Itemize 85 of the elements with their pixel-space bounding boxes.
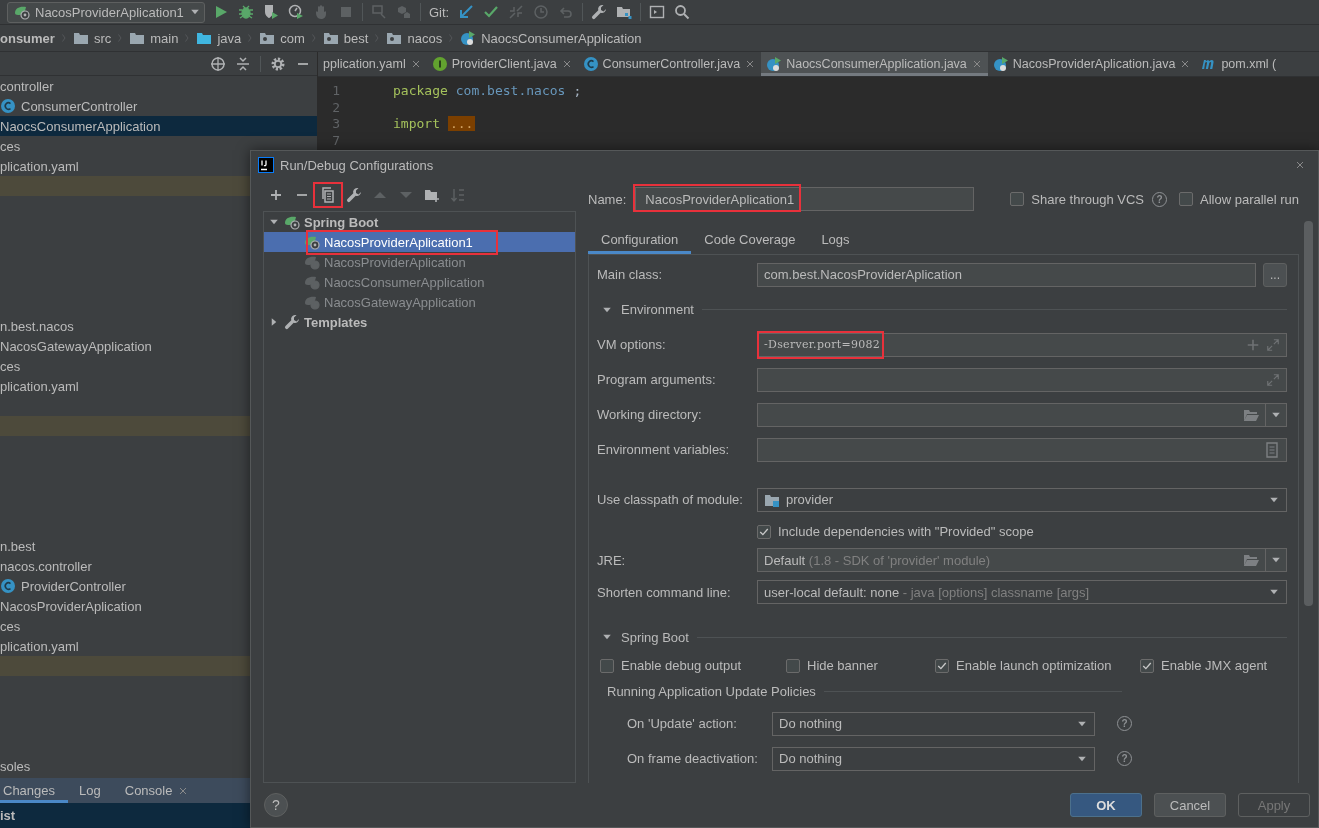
dialog-title: Run/Debug Configurations [280, 157, 435, 173]
editor-tab[interactable]: pom.xml ( [1196, 52, 1282, 76]
section-title: Environment [621, 302, 694, 317]
field-label: VM options: [597, 337, 667, 352]
field-label: JRE: [597, 552, 627, 568]
tree-group[interactable]: Spring Boot [304, 214, 379, 230]
main-class-field[interactable]: com.best.NacosProviderAplication [757, 262, 1256, 287]
policy-dropdown[interactable]: Do nothing [772, 746, 1095, 771]
tree-item[interactable]: plication.yaml [0, 638, 79, 654]
dialog-button[interactable]: Cancel [1154, 793, 1226, 817]
line-number: 2 [331, 99, 340, 115]
checkbox-label: Include dependencies with "Provided" scope [778, 524, 1034, 539]
field-label: Environment variables: [597, 442, 731, 457]
field-label: On frame deactivation: [627, 751, 759, 766]
tool-window-tab[interactable]: Log [76, 778, 114, 803]
tree-item[interactable]: ProviderController [21, 578, 126, 594]
configuration-item[interactable]: NacosGatewayApplication [324, 294, 476, 310]
checkbox-label: Enable JMX agent [1161, 658, 1268, 673]
code-token: ... [447, 116, 476, 132]
tree-item[interactable]: plication.yaml [0, 378, 79, 394]
breadcrumb[interactable]: main [150, 30, 179, 46]
list-row[interactable]: ist [0, 808, 16, 823]
field-label: Working directory: [597, 407, 703, 422]
tree-item[interactable]: NacosProviderAplication [0, 598, 142, 614]
vm-options-field[interactable]: -Dserver.port=9082 [757, 332, 1287, 357]
editor-tab[interactable]: pplication.yaml [318, 52, 427, 76]
tree-item[interactable]: NacosGatewayApplication [0, 338, 152, 354]
checkbox-label: Allow parallel run [1200, 191, 1299, 207]
tree-item[interactable]: ces [0, 138, 21, 154]
breadcrumb[interactable]: com [280, 30, 305, 46]
tree-item[interactable]: soles [0, 758, 31, 774]
group-title: Running Application Update Policies [607, 684, 816, 699]
editor-tab[interactable]: ConsumerController.java [577, 52, 762, 76]
editor-tab[interactable]: NaocsConsumerApplication.java [761, 52, 988, 76]
breadcrumb[interactable]: NaocsConsumerApplication [481, 30, 642, 46]
tree-item[interactable]: plication.yaml [0, 158, 79, 174]
tree-item[interactable]: controller [0, 78, 54, 94]
checkbox-label: Enable launch optimization [956, 658, 1112, 673]
editor-tab[interactable]: NacosProviderAplication.java [987, 52, 1197, 76]
breadcrumb[interactable]: onsumer [0, 30, 55, 46]
code-token: ; [573, 82, 582, 98]
code-token: package [393, 82, 448, 98]
line-number: 3 [331, 116, 340, 132]
tool-window-tab[interactable]: Console [121, 778, 203, 803]
dialog-button[interactable]: OK [1070, 793, 1142, 817]
name-label: Name: [588, 191, 627, 207]
tab[interactable]: Code Coverage [691, 224, 809, 254]
jre-dropdown[interactable]: Default (1.8 - SDK of 'provider' module) [757, 548, 1287, 572]
tree-item[interactable]: ces [0, 358, 21, 374]
tree-item[interactable]: n.best.nacos [0, 318, 74, 334]
git-label: Git: [429, 4, 450, 20]
checkbox-label: Hide banner [807, 658, 878, 673]
browse-button[interactable]: ... [1263, 262, 1287, 287]
run-configuration-dropdown[interactable]: NacosProviderAplication1 [7, 1, 205, 23]
tree-item[interactable]: ConsumerController [21, 98, 138, 114]
code-token: com.best.nacos [455, 82, 566, 98]
checkbox-label: Share through VCS [1031, 191, 1144, 207]
tree-group[interactable]: Templates [304, 314, 368, 330]
tree-item[interactable]: n.best [0, 538, 36, 554]
section-title: Spring Boot [621, 629, 689, 645]
configuration-item[interactable]: NacosProviderAplication [324, 254, 466, 270]
line-number: 7 [331, 132, 340, 148]
shorten-command-line-dropdown[interactable]: user-local default: none - java [options] classname [args] [757, 580, 1287, 604]
configuration-item[interactable]: NaocsConsumerApplication [324, 274, 485, 290]
help-button[interactable]: ? [264, 793, 288, 817]
policy-dropdown[interactable]: Do nothing [772, 711, 1095, 736]
line-number: 1 [331, 82, 340, 98]
module-dropdown[interactable]: provider [757, 487, 1287, 512]
tree-item[interactable]: nacos.controller [0, 558, 92, 574]
field-label: On 'Update' action: [627, 716, 738, 731]
breadcrumb[interactable]: java [217, 30, 242, 46]
breadcrumb[interactable]: src [93, 30, 112, 46]
breadcrumb[interactable]: best [343, 30, 369, 46]
name-field[interactable]: NacosProviderAplication1 [635, 187, 975, 211]
field-label: Program arguments: [597, 372, 717, 387]
breadcrumb[interactable]: nacos [407, 30, 443, 46]
tab[interactable]: Configuration [588, 224, 692, 254]
tab[interactable]: Logs [808, 224, 863, 254]
editor-tab[interactable]: ProviderClient.java [426, 52, 578, 76]
code-token: import [393, 116, 440, 132]
checkbox-label: Enable debug output [621, 658, 741, 673]
field-label: Main class: [597, 267, 664, 282]
tree-item[interactable]: ces [0, 618, 21, 634]
field-label: Shorten command line: [597, 584, 732, 600]
field-label: Use classpath of module: [597, 492, 744, 507]
